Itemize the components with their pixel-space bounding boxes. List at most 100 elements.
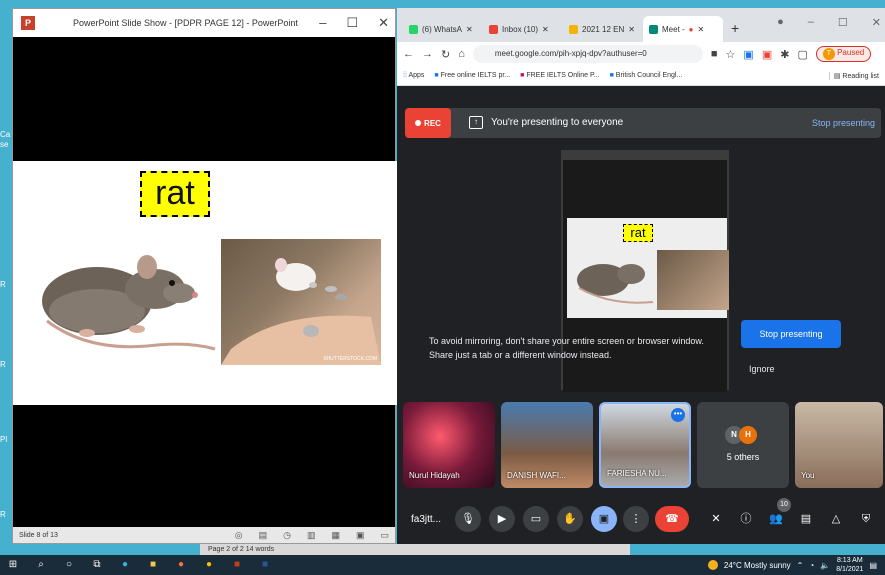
close-button[interactable]: ✕	[872, 16, 881, 29]
tab-slides[interactable]: 2021 12 EN ✕	[563, 16, 643, 42]
tray-chevron-icon[interactable]: ⌃	[797, 561, 804, 570]
tab-close-icon[interactable]: ✕	[466, 25, 473, 34]
new-tab-button[interactable]: +	[723, 20, 747, 42]
address-bar[interactable]: meet.google.com/pih-xpjq-dpv?authuser=0	[472, 45, 703, 63]
media-icon[interactable]: ▢	[797, 48, 807, 61]
weather-text[interactable]: 24°C Mostly sunny	[724, 561, 791, 570]
stop-presenting-button[interactable]: Stop presenting	[741, 320, 841, 348]
present-now-button[interactable]: ▣	[591, 506, 617, 532]
taskbar: ⊞ ⌕ ○ ⧉ ● ■ ● ● ■ ■ 24°C Mostly sunny ⌃ …	[0, 555, 885, 575]
mini-slide: rat	[567, 218, 729, 318]
leave-call-button[interactable]: ☎	[655, 506, 689, 532]
host-controls-icon[interactable]: ⛨	[853, 506, 879, 532]
presenting-bar: REC ↑ You're presenting to everyone Stop…	[405, 108, 881, 138]
notes-icon[interactable]: ▤	[259, 530, 268, 541]
extension-icon[interactable]: ▣	[743, 48, 753, 61]
search-icon[interactable]: ⌕	[34, 558, 48, 572]
reading-list-button[interactable]: ▤ Reading list	[828, 71, 879, 80]
bookmark-item[interactable]: ■ Free online IELTS pr...	[434, 72, 510, 79]
meeting-details-icon[interactable]: ⓘ	[733, 506, 759, 532]
word-icon[interactable]: ■	[258, 558, 272, 572]
reading-view-icon[interactable]: ▣	[356, 530, 365, 541]
accessibility-icon[interactable]: ◎	[235, 530, 243, 541]
record-dot-icon	[415, 120, 422, 126]
tab-meet[interactable]: Meet - ● ✕	[643, 16, 723, 42]
extension-icon[interactable]: ✕	[703, 506, 729, 532]
self-tile[interactable]: You	[795, 402, 883, 488]
tab-gmail[interactable]: Inbox (10) ✕	[483, 16, 563, 42]
bookmark-label: FREE IELTS Online P...	[526, 72, 600, 79]
bookmark-star-icon[interactable]: ☆	[726, 48, 736, 61]
desktop-label: se	[0, 140, 9, 149]
microphone-button[interactable]: 🎙	[455, 506, 481, 532]
tab-whatsapp[interactable]: (6) WhatsA ✕	[403, 16, 483, 42]
extension-icon[interactable]: ▣	[762, 48, 772, 61]
tab-close-icon[interactable]: ✕	[698, 25, 705, 34]
stop-presenting-link[interactable]: Stop presenting	[812, 118, 875, 128]
maximize-button[interactable]: ☐	[346, 15, 358, 31]
toolbar: ← → ↻ ⌂ meet.google.com/pih-xpjq-dpv?aut…	[397, 42, 885, 66]
bookmark-item[interactable]: ■ FREE IELTS Online P...	[520, 72, 599, 79]
bookmark-item[interactable]: ■ British Council Engl...	[610, 72, 683, 79]
raise-hand-button[interactable]: ✋	[557, 506, 583, 532]
others-tile[interactable]: N H 5 others	[697, 402, 789, 488]
chrome-window: (6) WhatsA ✕ Inbox (10) ✕ 2021 12 EN ✕ M…	[397, 8, 885, 544]
edge-icon[interactable]: ●	[118, 558, 132, 572]
volume-icon[interactable]: 🔈	[820, 561, 830, 570]
participant-tile[interactable]: DANISH WAFI...	[501, 402, 593, 488]
profile-avatar: T	[822, 48, 835, 60]
task-view-icon[interactable]: ⧉	[90, 558, 104, 572]
forward-icon[interactable]: →	[422, 48, 433, 60]
timer-icon[interactable]: ◷	[283, 530, 291, 541]
powerpoint-icon[interactable]: ■	[230, 558, 244, 572]
participant-name: Nurul Hidayah	[409, 471, 460, 480]
tab-close-icon[interactable]: ✕	[542, 25, 549, 34]
captions-button[interactable]: ▭	[523, 506, 549, 532]
whatsapp-icon	[409, 24, 418, 34]
firefox-icon[interactable]: ●	[174, 558, 188, 572]
slide-canvas[interactable]: rat SHUTTERSTOCK.COM	[13, 161, 397, 405]
present-screen-icon: ↑	[469, 116, 483, 129]
reload-icon[interactable]: ↻	[441, 48, 450, 61]
more-options-button[interactable]: ⋮	[623, 506, 649, 532]
paused-label: Paused	[837, 48, 865, 57]
minimize-button[interactable]: –	[808, 16, 814, 29]
chrome-icon[interactable]: ●	[202, 558, 216, 572]
participant-name: DANISH WAFI...	[507, 471, 566, 480]
mini-photo	[657, 250, 729, 310]
extensions-puzzle-icon[interactable]: ✱	[780, 48, 789, 61]
participant-tile[interactable]: Nurul Hidayah	[403, 402, 495, 488]
slide-sorter-icon[interactable]: ▦	[331, 530, 340, 541]
close-button[interactable]: ✕	[378, 15, 389, 31]
ppt-titlebar: P PowerPoint Slide Show - [PDPR PAGE 12]…	[13, 9, 395, 37]
cortana-icon[interactable]: ○	[62, 558, 76, 572]
tab-close-icon[interactable]: ✕	[628, 25, 635, 34]
camera-icon[interactable]: ■	[711, 48, 718, 60]
camera-button[interactable]: ▶	[489, 506, 515, 532]
more-options-icon[interactable]: •••	[671, 408, 685, 422]
participant-tile[interactable]: ••• FARIESHA NU...	[599, 402, 691, 488]
file-explorer-icon[interactable]: ■	[146, 558, 160, 572]
windows-start-icon[interactable]: ⊞	[6, 558, 20, 572]
network-icon[interactable]: ◔	[809, 561, 814, 570]
powerpoint-logo-icon: P	[21, 16, 35, 30]
tab-label: Inbox (10)	[502, 24, 539, 34]
minimize-button[interactable]: –	[319, 15, 326, 31]
back-icon[interactable]: ←	[403, 48, 414, 60]
maximize-button[interactable]: ☐	[838, 16, 848, 29]
activities-icon[interactable]: △	[823, 506, 849, 532]
tab-search-icon[interactable]: ●	[777, 16, 784, 29]
clock[interactable]: 8:13 AM 8/1/2021	[836, 556, 863, 574]
normal-view-icon[interactable]: ▥	[307, 530, 316, 541]
meet-icon	[649, 24, 658, 34]
participant-name: You	[801, 471, 815, 480]
recording-dot-icon: ●	[688, 24, 694, 34]
home-icon[interactable]: ⌂	[458, 48, 465, 60]
bookmark-apps[interactable]: ⁞⁞ Apps	[403, 72, 424, 79]
chat-icon[interactable]: ▤	[793, 506, 819, 532]
ignore-button[interactable]: Ignore	[749, 364, 775, 374]
chrome-window-controls: ● – ☐ ✕	[777, 16, 881, 29]
notifications-icon[interactable]: ▤	[869, 561, 877, 570]
slideshow-icon[interactable]: ▭	[380, 530, 389, 541]
profile-paused-button[interactable]: T Paused	[815, 46, 872, 62]
